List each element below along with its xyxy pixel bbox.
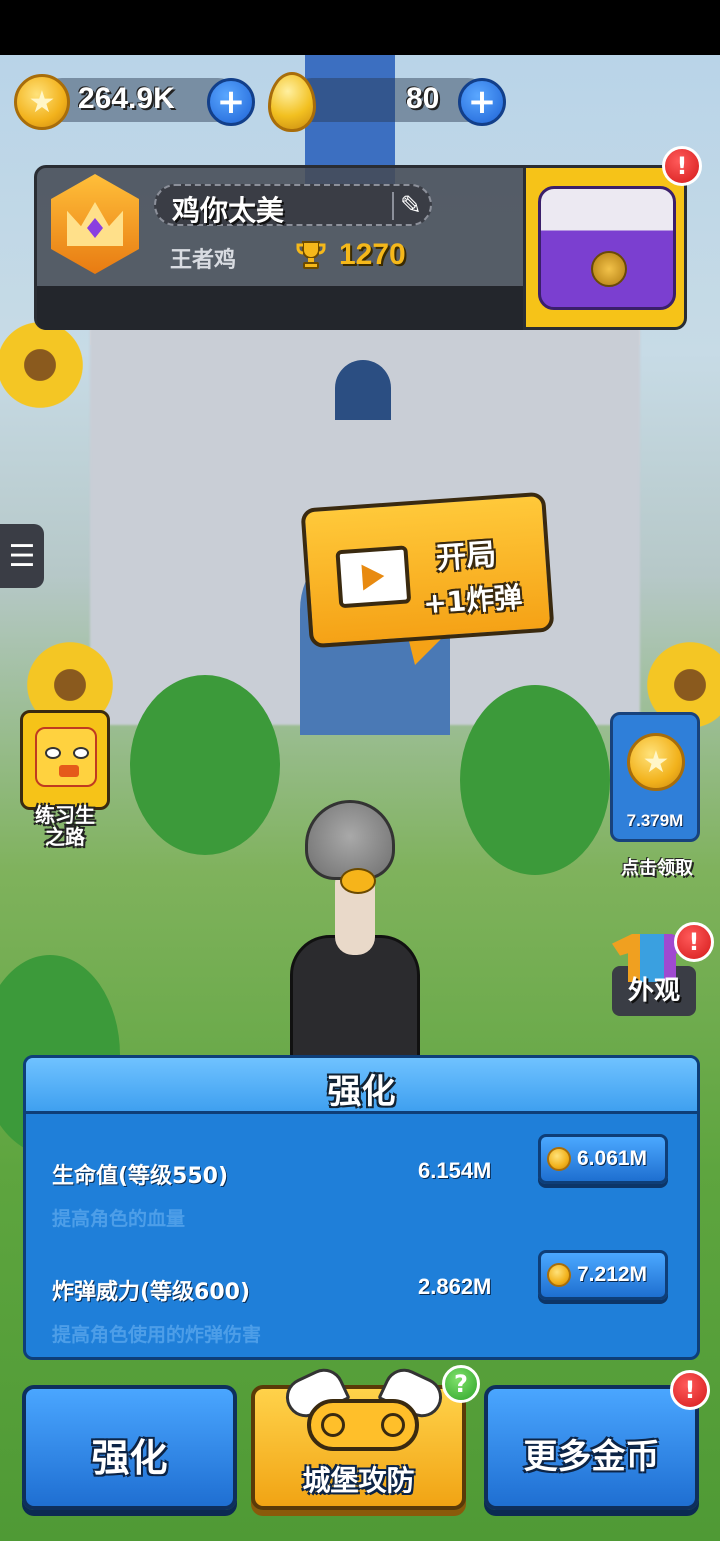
star-coin-icon: ★ [627, 733, 685, 791]
upgrade-health-button[interactable]: 6.061M [538, 1134, 668, 1184]
player-name-field[interactable]: 鸡你太美 ✎ [154, 184, 432, 227]
outfit-alert-badge: ! [674, 922, 714, 962]
start-offer-title: 开局 [435, 537, 498, 577]
player-profile-panel[interactable]: 鸡你太美 ✎ 王者鸡 1270 [34, 165, 526, 330]
outfit-label: 外观 [627, 976, 680, 1006]
upgrade-cost: 7.212M [577, 1263, 648, 1286]
player-name: 鸡你太美 [172, 194, 285, 227]
event-label: 练习生 之路 [20, 804, 110, 848]
nav-upgrade-label: 强化 [91, 1436, 168, 1480]
upgrade-panel-title: 强化 [327, 1072, 396, 1112]
chest-lock-icon [591, 251, 627, 287]
collect-coins-button[interactable]: ★ 7.379M [610, 712, 700, 842]
upgrade-panel: 强化 生命值(等级550) 提高角色的血量 6.154M 6.061M 炸弹威力… [23, 1055, 700, 1360]
trophy-count: 1270 [339, 238, 406, 271]
nav-more-coins-label: 更多金币 [523, 1437, 660, 1477]
sunflower [0, 315, 90, 415]
start-bomb-ad-button[interactable]: 开局 +1炸弹 [300, 491, 555, 649]
golden-egg-icon [268, 72, 316, 132]
collect-label: 点击领取 [621, 858, 693, 879]
egg-value: 80 [406, 82, 440, 115]
beak-icon [59, 765, 79, 777]
upgrade-name: 生命值(等级550) [52, 1164, 229, 1189]
chest-icon [538, 186, 676, 310]
event-label-line2: 之路 [45, 825, 85, 849]
upgrade-cost: 6.061M [577, 1147, 648, 1170]
grass-bush [130, 675, 280, 855]
play-triangle-icon [361, 563, 386, 591]
grass-bush [460, 685, 610, 875]
coin-icon [547, 1263, 571, 1287]
dpad-icon [321, 1413, 345, 1437]
buttons-icon [381, 1413, 405, 1437]
nav-castle-defense-button[interactable]: 城堡攻防 [251, 1362, 466, 1510]
upgrade-description: 提高角色使用的炸弹伤害 [52, 1324, 262, 1346]
nav-castle-defense-label: 城堡攻防 [302, 1464, 415, 1497]
nav-upgrade-button[interactable]: 强化 [22, 1385, 237, 1510]
upgrade-name: 炸弹威力(等级600) [52, 1280, 251, 1305]
side-menu-button[interactable]: ☰ [0, 524, 44, 588]
chest-alert-badge: ! [662, 146, 702, 186]
trophy-icon [295, 240, 329, 272]
upgrade-panel-header: 强化 [26, 1058, 697, 1114]
upgrade-current-value: 2.862M [418, 1274, 492, 1299]
event-card [20, 710, 110, 810]
player-title: 王者鸡 [170, 248, 237, 273]
trainee-road-event-button[interactable]: 练习生 之路 [20, 710, 110, 850]
help-badge[interactable]: ? [442, 1365, 480, 1403]
upgrade-description: 提高角色的血量 [52, 1208, 186, 1230]
collect-amount: 7.379M [626, 811, 684, 830]
gem-icon [87, 218, 103, 238]
rank-badge-icon [51, 174, 139, 274]
character-hair [305, 800, 395, 880]
star-coin-icon: ★ [14, 74, 70, 130]
video-play-icon [335, 545, 412, 609]
add-eggs-button[interactable]: + [458, 78, 506, 126]
castle-window [335, 360, 391, 420]
event-label-line1: 练习生 [35, 803, 95, 827]
crown-icon [67, 202, 123, 246]
add-gold-button[interactable]: + [207, 78, 255, 126]
upgrade-current-value: 6.154M [418, 1158, 492, 1183]
gold-value: 264.9K [78, 82, 175, 115]
eye-icon [73, 747, 89, 759]
upgrade-bomb-button[interactable]: 7.212M [538, 1250, 668, 1300]
edit-pencil-icon[interactable]: ✎ [392, 192, 422, 220]
more-coins-alert-badge: ! [670, 1370, 710, 1410]
profile-panel-footer [37, 286, 523, 330]
upgrade-row-bomb: 炸弹威力(等级600) 提高角色使用的炸弹伤害 2.862M 7.212M [26, 1250, 697, 1357]
eye-icon [45, 747, 61, 759]
character-beak [340, 868, 376, 894]
coin-icon [547, 1147, 571, 1171]
treasure-chest-button[interactable] [523, 165, 687, 330]
chicken-face-icon [35, 727, 97, 787]
start-offer-subtitle: +1炸弹 [422, 580, 524, 621]
gamepad-icon [307, 1399, 419, 1451]
nav-more-coins-button[interactable]: 更多金币 [484, 1385, 699, 1510]
